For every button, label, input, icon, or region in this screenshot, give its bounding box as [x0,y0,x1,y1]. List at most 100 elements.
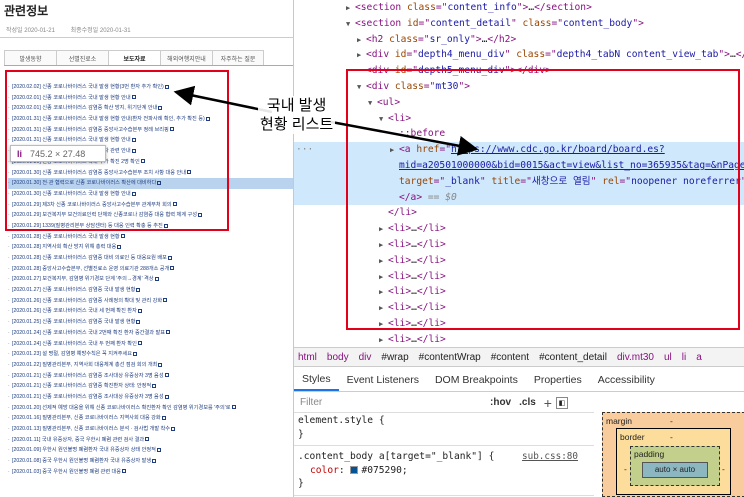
tab-accessibility[interactable]: Accessibility [590,368,663,391]
news-item[interactable]: [2020.01.26] 신종 코로나바이러스 감염증 사례정의 확대 및 관리… [8,296,293,307]
news-item[interactable]: [2020.01.26] 신종 코로나바이러스 국내 세 번째 확진 환자 [8,306,293,317]
new-rule-button[interactable]: + [544,395,552,411]
tab-styles[interactable]: Styles [294,368,339,391]
tab-0[interactable]: 발생동향 [4,50,56,66]
new-window-icon [136,287,141,292]
news-item[interactable]: [2020.01.23] 설 명절, 감염병 예방수칙은 꼭 지켜주세요 [8,349,293,360]
collapsed-triangle-icon[interactable]: ▶ [346,1,355,17]
news-item-text[interactable]: [2020.01.16] 질병관리본부, 신종 코로나바이러스 지역사회 대응 … [12,415,161,421]
tab-4[interactable]: 자주하는 질문 [212,50,264,66]
news-item-text[interactable]: [2020.01.26] 신종 코로나바이러스 감염증 사례정의 확대 및 관리… [12,298,162,304]
news-item-text[interactable]: [2020.01.21] 신종 코로나바이러스 감염증 조사대상 유증상자 3명… [12,394,164,400]
dom-node[interactable]: ▼ <section id="content_detail" class="con… [294,16,744,32]
breadcrumb-item[interactable]: #content [491,352,529,363]
news-item[interactable]: [2020.01.28] 신종 코로나바이러스 감염증 대비 의료인 등 대응요… [8,253,293,264]
news-item[interactable]: [2020.01.28] 신종 코로나바이러스 국내 발생 현황 [8,232,293,243]
news-item-text[interactable]: [2020.01.09] 우한시 원인불명 폐렴환자 국내 유증상자 상태 안정… [12,447,156,453]
breadcrumb-item[interactable]: a [696,352,702,363]
news-item-text[interactable]: [2020.01.20] 선제적 예방 대응을 위해 신종 코로나바이러스 확진… [12,405,231,411]
breadcrumb-item[interactable]: div [359,352,372,363]
expanded-triangle-icon[interactable]: ▼ [346,17,355,33]
news-item[interactable]: [2020.01.25] 신종 코로나바이러스 감염증 국내 발생 현황 [8,317,293,328]
content-tabs: 발생동향 선별진료소 보도자료 해외여행지안내 자주하는 질문 [4,50,264,66]
rule-source-link[interactable]: sub.css:80 [522,450,578,464]
news-item[interactable]: [2020.01.13] 질병관리본부, 신종 코로나바이러스 분석 · 검사법… [8,424,293,435]
news-item[interactable]: [2020.01.09] 우한시 원인불명 폐렴환자 국내 유증상자 상태 안정… [8,445,293,456]
new-window-icon [117,244,122,249]
news-item-text[interactable]: [2020.01.28] 신종 코로나바이러스 감염증 대비 의료인 등 대응요… [12,255,167,261]
property-name[interactable]: color [310,465,339,476]
hov-button[interactable]: :hov [490,397,511,408]
news-item-text[interactable]: [2020.01.28] 중앙사고수습본부, 선별진료소 운영 의료기관 288… [12,266,169,272]
news-item[interactable]: [2020.01.24] 신종 코로나바이러스 국내 2번째 확진 환자 중간결… [8,328,293,339]
dom-node[interactable]: ▶ <section class="content_info">…</sectio… [294,0,744,16]
breadcrumb-item[interactable]: html [298,352,317,363]
new-window-icon [171,426,176,431]
filter-input[interactable]: Filter [300,397,490,408]
news-item[interactable]: [2020.01.08] 중국 우한시 원인불명 폐렴환자 국내 유증상자 발생 [8,456,293,467]
dom-node[interactable]: ▶ <li>…</li> [294,332,744,345]
collapsed-triangle-icon[interactable]: ▶ [379,333,388,345]
cls-button[interactable]: .cls [519,397,536,408]
news-item-text[interactable]: [2020.01.11] 국내 유증상자, 중국 우한시 폐렴 관련 검사 결과 [12,437,144,443]
news-item[interactable]: [2020.01.27] 신종 코로나바이러스 감염증 국내 발생 현황 [8,285,293,296]
new-window-icon [137,309,142,314]
news-item[interactable]: [2020.01.22] 질병관리본부, 지역사회 대응체계 총선 점검 회의 … [8,360,293,371]
selector-text: element.style { [298,415,385,426]
meta-updated: 최종수정일 2020-01-31 [70,28,131,34]
news-item-text[interactable]: [2020.01.24] 신종 코로나바이러스 국내 두 번째 환자 확인 [12,341,137,347]
title-divider [0,37,293,38]
breadcrumb-item[interactable]: #contentWrap [419,352,481,363]
news-item-text[interactable]: [2020.01.24] 신종 코로나바이러스 국내 2번째 확진 환자 중간결… [12,330,165,336]
tab-event-listeners[interactable]: Event Listeners [339,368,427,391]
bm-margin-label: margin [606,416,632,426]
news-item[interactable]: [2020.01.28] 중앙사고수습본부, 선별진료소 운영 의료기관 288… [8,264,293,275]
news-item-text[interactable]: [2020.01.28] 지역사회 확산 방지 위해 총력 대응 [12,244,116,250]
news-item-text[interactable]: [2020.01.21] 신종 코로나바이러스 감염증 조사대상 유증상자 3명… [12,373,164,379]
news-item-text[interactable]: [2020.01.21] 신종 코로나바이러스 감염증 확진환자 상태: 안정적 [12,383,151,389]
news-item[interactable]: [2020.01.24] 신종 코로나바이러스 국내 두 번째 환자 확인 [8,339,293,350]
dom-token: <h2 [366,33,390,45]
node-menu-icon[interactable]: ··· [296,142,313,158]
breadcrumb-item[interactable]: li [682,352,686,363]
news-item[interactable]: [2020.01.21] 신종 코로나바이러스 감염증 조사대상 유증상자 3명… [8,392,293,403]
news-item-text[interactable]: [2020.01.26] 신종 코로나바이러스 국내 세 번째 확진 환자 [12,308,137,314]
news-item[interactable]: [2020.01.21] 신종 코로나바이러스 감염증 확진환자 상태: 안정적 [8,381,293,392]
news-item-text[interactable]: [2020.01.28] 신종 코로나바이러스 국내 발생 현황 [12,234,120,240]
tab-dom-breakpoints[interactable]: DOM Breakpoints [427,368,526,391]
tab-3[interactable]: 해외여행지안내 [160,50,212,66]
news-item-text[interactable]: [2020.01.13] 질병관리본부, 신종 코로나바이러스 분석 · 검사법… [12,426,170,432]
collapsed-triangle-icon[interactable]: ▶ [357,33,366,49]
news-item[interactable]: [2020.01.20] 선제적 예방 대응을 위해 신종 코로나바이러스 확진… [8,403,293,414]
dom-token: content_body [563,17,633,29]
news-item[interactable]: [2020.01.21] 신종 코로나바이러스 감염증 조사대상 유증상자 3명… [8,371,293,382]
news-item-text[interactable]: [2020.01.25] 신종 코로나바이러스 감염증 국내 발생 현황 [12,319,135,325]
dom-node[interactable]: ▶ <div id="depth4_menu_div" class="depth4… [294,47,744,63]
news-item[interactable]: [2020.01.03] 중국 우한시 원인불명 폐렴 관련 대응 [8,467,293,478]
news-item[interactable]: [2020.01.16] 질병관리본부, 신종 코로나바이러스 지역사회 대응 … [8,413,293,424]
news-item[interactable]: [2020.01.28] 지역사회 확산 방지 위해 총력 대응 [8,242,293,253]
tab-1[interactable]: 선별진료소 [56,50,108,66]
new-window-icon [122,469,127,474]
collapsed-triangle-icon[interactable]: ▶ [357,48,366,64]
dom-node[interactable]: ▶ <h2 class="sr_only">…</h2> [294,32,744,48]
breadcrumb-item[interactable]: body [327,352,349,363]
news-item-text[interactable]: [2020.01.23] 설 명절, 감염병 예방수칙은 꼭 지켜주세요 [12,351,132,357]
toggle-sidebar-icon[interactable]: ◧ [555,396,568,409]
news-item-text[interactable]: [2020.01.22] 질병관리본부, 지역사회 대응체계 총선 점검 회의 … [12,362,157,368]
news-item-text[interactable]: [2020.01.03] 중국 우한시 원인불명 폐렴 관련 대응 [12,469,121,475]
color-swatch-icon[interactable] [350,465,359,474]
tab-properties[interactable]: Properties [526,368,590,391]
breadcrumb-item[interactable]: ul [664,352,672,363]
breadcrumb-item[interactable]: #wrap [381,352,408,363]
breadcrumb-item[interactable]: div.mt30 [617,352,654,363]
property-value[interactable]: #075290; [361,465,407,476]
tab-2[interactable]: 보도자료 [108,50,160,66]
breadcrumb-item[interactable]: #content_detail [539,352,607,363]
news-item-text[interactable]: [2020.01.27] 보건복지부, 감염병 위기경보 단계 '주의→경계' … [12,276,154,282]
styles-rules: element.style {} .content_body a[target="… [294,414,594,497]
news-item[interactable]: [2020.01.27] 보건복지부, 감염병 위기경보 단계 '주의→경계' … [8,274,293,285]
news-item-text[interactable]: [2020.01.08] 중국 우한시 원인불명 폐렴환자 국내 유증상자 발생 [12,458,151,464]
news-item-text[interactable]: [2020.01.27] 신종 코로나바이러스 감염증 국내 발생 현황 [12,287,135,293]
news-item[interactable]: [2020.01.11] 국내 유증상자, 중국 우한시 폐렴 관련 검사 결과 [8,435,293,446]
